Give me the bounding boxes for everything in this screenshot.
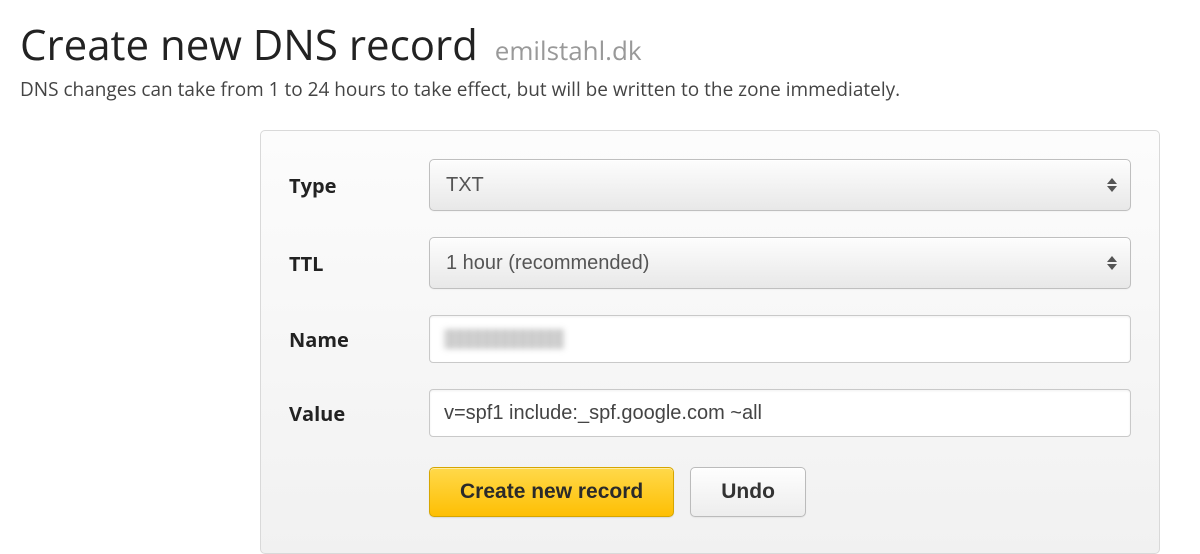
value-label: Value <box>289 400 429 427</box>
type-select[interactable]: TXT <box>429 159 1131 211</box>
name-label: Name <box>289 326 429 353</box>
form-row-value: Value <box>289 389 1131 437</box>
type-label: Type <box>289 172 429 199</box>
page-title-domain: emilstahl.dk <box>495 32 642 68</box>
name-input-blurred-value <box>444 329 564 349</box>
ttl-select[interactable]: 1 hour (recommended) <box>429 237 1131 289</box>
form-row-type: Type TXT <box>289 159 1131 211</box>
dns-record-form: Type TXT TTL 1 hour (recommended) Name <box>260 130 1160 554</box>
page-description: DNS changes can take from 1 to 24 hours … <box>20 76 1180 102</box>
undo-button[interactable]: Undo <box>690 467 806 517</box>
type-select-value: TXT <box>446 174 484 196</box>
value-input[interactable] <box>429 389 1131 437</box>
create-record-button[interactable]: Create new record <box>429 467 674 517</box>
ttl-label: TTL <box>289 250 429 277</box>
ttl-select-value: 1 hour (recommended) <box>446 252 649 274</box>
page-title: Create new DNS record emilstahl.dk <box>20 20 1180 70</box>
form-row-name: Name <box>289 315 1131 363</box>
name-input[interactable] <box>429 315 1131 363</box>
page-title-text: Create new DNS record <box>20 16 478 73</box>
form-row-buttons: Create new record Undo <box>289 463 1131 517</box>
form-row-ttl: TTL 1 hour (recommended) <box>289 237 1131 289</box>
